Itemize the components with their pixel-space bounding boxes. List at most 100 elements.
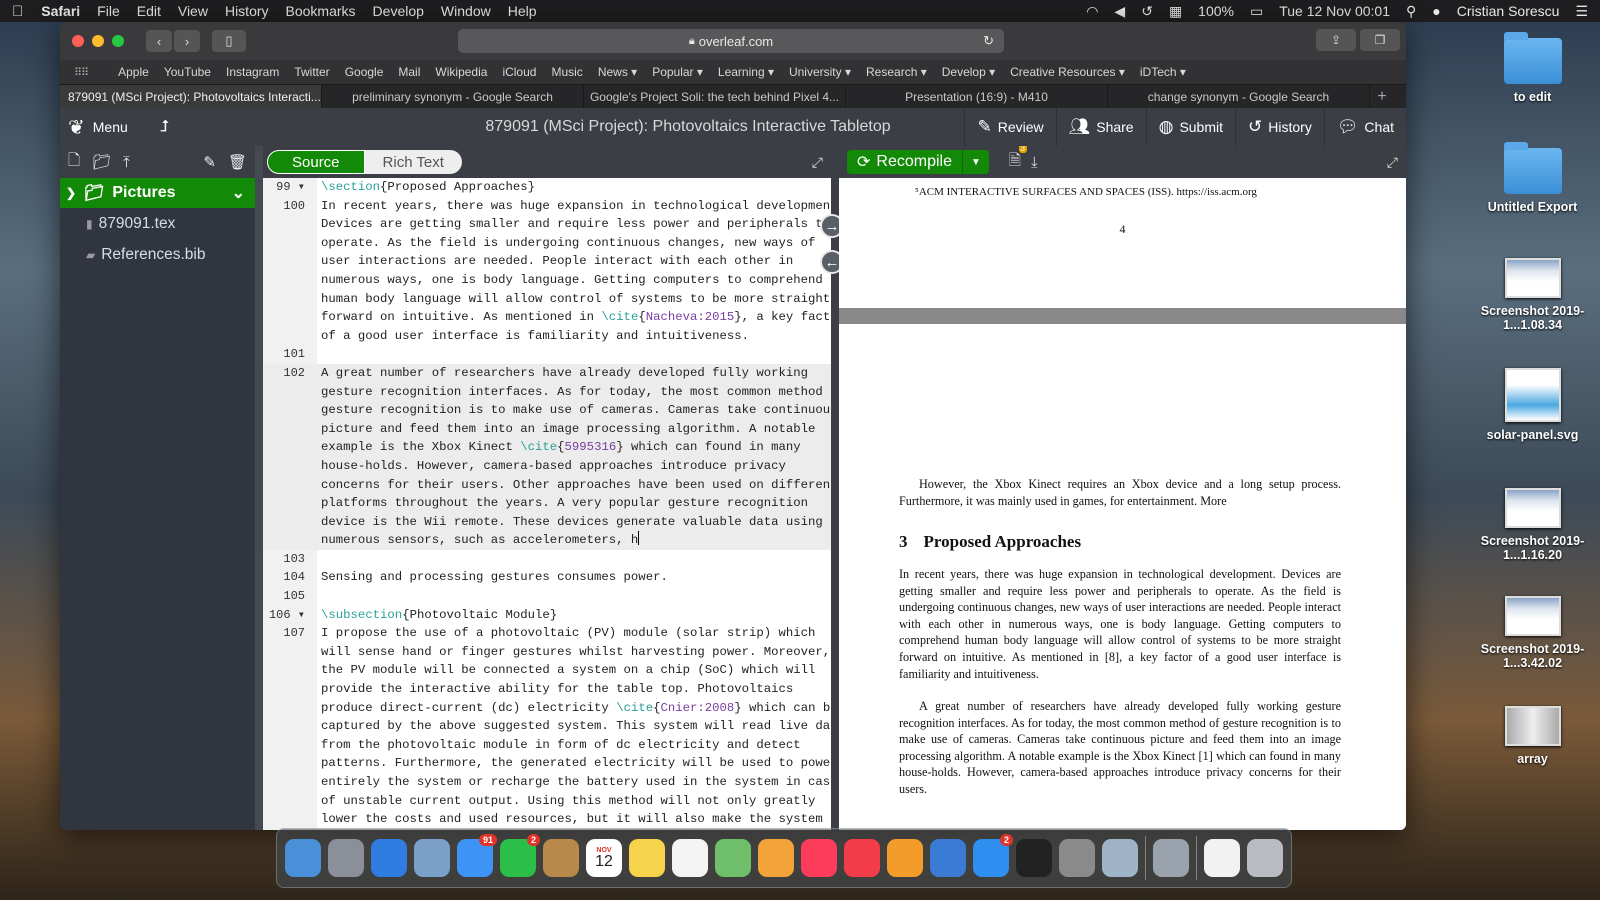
contacts-icon[interactable] <box>543 839 579 877</box>
menu-develop[interactable]: Develop <box>373 3 424 19</box>
folder-pictures[interactable]: ❯ 📁︎ Pictures ⌄ <box>60 178 255 208</box>
code-line[interactable]: entirely the system or recharge the batt… <box>263 773 831 792</box>
volume-icon[interactable]: ◀︎ <box>1114 3 1125 20</box>
code-line[interactable]: from the photovoltaic module in form of … <box>263 736 831 755</box>
trash-icon[interactable] <box>1247 839 1283 877</box>
address-bar[interactable]: 🔒︎ overleaf.com ↻ <box>458 29 1004 53</box>
system-preferences-icon[interactable] <box>1059 839 1095 877</box>
tex-icon[interactable] <box>1153 839 1189 877</box>
menu-button[interactable]: ❦ Menu ⮥ <box>60 115 169 140</box>
close-window-button[interactable] <box>72 35 84 47</box>
tab-overleaf[interactable]: 879091 (MSci Project): Photovoltaics Int… <box>60 85 322 109</box>
bookmark-google[interactable]: Google <box>345 65 384 79</box>
code-line[interactable]: 103 <box>263 550 831 569</box>
code-line[interactable]: lower the costs and used resources, but … <box>263 810 831 829</box>
new-tab-icon[interactable]: + <box>1370 85 1394 108</box>
desktop-item-screenshot-2[interactable]: Screenshot 2019-1...1.16.20 <box>1465 488 1600 562</box>
reload-icon[interactable]: ↻ <box>983 33 994 49</box>
code-line[interactable]: the PV module will be connected a system… <box>263 661 831 680</box>
source-editor[interactable]: Source Rich Text ⤢ 99 ▾ \section{Proposed… <box>263 146 831 830</box>
desktop-item-to-edit[interactable]: to edit <box>1465 32 1600 104</box>
favorites-grid-icon[interactable]: ⠿⠿ <box>74 66 89 79</box>
code-line[interactable]: operate. As the field is undergoing cont… <box>263 234 831 253</box>
minimize-window-button[interactable] <box>92 35 104 47</box>
up-arrow-icon[interactable]: ⮥ <box>160 118 169 136</box>
bookmark-learning[interactable]: Learning ▾ <box>718 65 774 79</box>
file-tree-resizer[interactable] <box>255 146 263 830</box>
control-center-icon[interactable]: ☰ <box>1575 3 1588 20</box>
document-stack-icon[interactable] <box>1204 839 1240 877</box>
preview-app-icon[interactable] <box>1102 839 1138 877</box>
code-line[interactable]: 99 ▾ \section{Proposed Approaches} <box>263 178 831 197</box>
code-line[interactable]: 102 A great number of researchers have al… <box>263 363 831 383</box>
download-pdf-icon[interactable]: ⤓ <box>1031 154 1038 171</box>
books-icon[interactable] <box>887 839 923 877</box>
tabs-overview-icon[interactable]: ❐ <box>1360 29 1400 51</box>
menu-history[interactable]: History <box>225 3 269 19</box>
bookmark-popular[interactable]: Popular ▾ <box>652 65 703 79</box>
editor-preview-resizer[interactable] <box>831 146 839 830</box>
upload-icon[interactable]: ⤒ <box>123 154 130 171</box>
bookmark-twitter[interactable]: Twitter <box>294 65 329 79</box>
sidebar-toggle-icon[interactable]: ▯ <box>212 30 246 52</box>
zoom-window-button[interactable] <box>112 35 124 47</box>
apple-icon[interactable]:  <box>12 3 23 20</box>
desktop-item-screenshot-3[interactable]: Screenshot 2019-1...3.42.02 <box>1465 596 1600 670</box>
history-button[interactable]: ↺ History <box>1235 108 1324 146</box>
forward-button[interactable]: › <box>174 30 200 52</box>
expand-icon[interactable]: ⤢ <box>812 154 823 171</box>
new-folder-icon[interactable]: 📁︎ <box>92 153 111 171</box>
bookmark-icloud[interactable]: iCloud <box>502 65 536 79</box>
spotlight-icon[interactable]: ⚲ <box>1406 3 1416 20</box>
desktop-item-solar-panel[interactable]: solar-panel.svg <box>1465 368 1600 442</box>
code-line[interactable]: 105 <box>263 587 831 606</box>
battery-status[interactable]: 100% <box>1198 3 1234 19</box>
expand-icon[interactable]: ⤢ <box>1387 154 1398 171</box>
xcode-icon[interactable] <box>930 839 966 877</box>
code-line[interactable]: numerous sensors, such as accelerometers… <box>263 531 831 550</box>
facetime-icon[interactable]: 2 <box>500 834 540 877</box>
desktop-item-untitled-export[interactable]: Untitled Export <box>1465 142 1600 214</box>
music-icon[interactable] <box>801 839 837 877</box>
logs-button[interactable]: 🗎 3 <box>1009 146 1027 175</box>
tab-project-soli[interactable]: Google's Project Soli: the tech behind P… <box>584 85 846 109</box>
code-line[interactable]: concerns for their users. Other approach… <box>263 475 831 495</box>
file-bib[interactable]: ▰ References.bib <box>60 239 255 270</box>
recompile-button[interactable]: ⟳ Recompile ▼ <box>847 150 989 174</box>
rename-icon[interactable]: ✎ <box>203 153 216 171</box>
safari-icon[interactable] <box>371 839 407 877</box>
code-line[interactable]: platforms throughout the years. A very p… <box>263 494 831 513</box>
code-line[interactable]: patterns. Furthermore, the generated ele… <box>263 754 831 773</box>
maps-icon[interactable] <box>715 839 751 877</box>
menu-file[interactable]: File <box>97 3 120 19</box>
tab-change-synonym[interactable]: change synonym - Google Search <box>1108 85 1370 109</box>
bookmark-apple[interactable]: Apple <box>118 65 149 79</box>
code-line[interactable]: 101 <box>263 345 831 364</box>
launchpad-icon[interactable] <box>328 839 364 877</box>
code-line[interactable]: picture and feed them into an image proc… <box>263 419 831 439</box>
bookmark-youtube[interactable]: YouTube <box>164 65 211 79</box>
finder-icon[interactable] <box>285 839 321 877</box>
notes-icon[interactable] <box>629 839 665 877</box>
terminal-icon[interactable] <box>1016 839 1052 877</box>
bookmark-develop[interactable]: Develop ▾ <box>942 65 995 79</box>
submit-button[interactable]: ◍ Submit <box>1145 108 1235 146</box>
menu-window[interactable]: Window <box>441 3 491 19</box>
code-line[interactable]: produce direct-current (dc) electricity … <box>263 699 831 718</box>
new-file-icon[interactable]: 🗋 <box>68 150 80 175</box>
clock[interactable]: Tue 12 Nov 00:01 <box>1279 3 1390 19</box>
news-icon[interactable] <box>844 839 880 877</box>
tab-preliminary-synonym[interactable]: preliminary synonym - Google Search <box>322 85 584 109</box>
code-line[interactable]: captured by the above suggested system. … <box>263 717 831 736</box>
menu-edit[interactable]: Edit <box>137 3 161 19</box>
reminders-icon[interactable] <box>672 839 708 877</box>
time-machine-icon[interactable]: ↺ <box>1141 3 1153 20</box>
code-line[interactable]: of unstable current output. Using this m… <box>263 792 831 811</box>
code-line[interactable]: gesture recognition is to make use of ca… <box>263 401 831 420</box>
file-tex[interactable]: ▮ 879091.tex <box>60 208 255 239</box>
appstore-icon[interactable]: 2 <box>973 834 1013 877</box>
calendar-icon[interactable]: NOV 12 <box>586 839 622 877</box>
bookmark-music[interactable]: Music <box>551 65 582 79</box>
code-line[interactable]: 100 In recent years, there was huge expan… <box>263 197 831 216</box>
desktop-item-array[interactable]: array <box>1465 706 1600 766</box>
